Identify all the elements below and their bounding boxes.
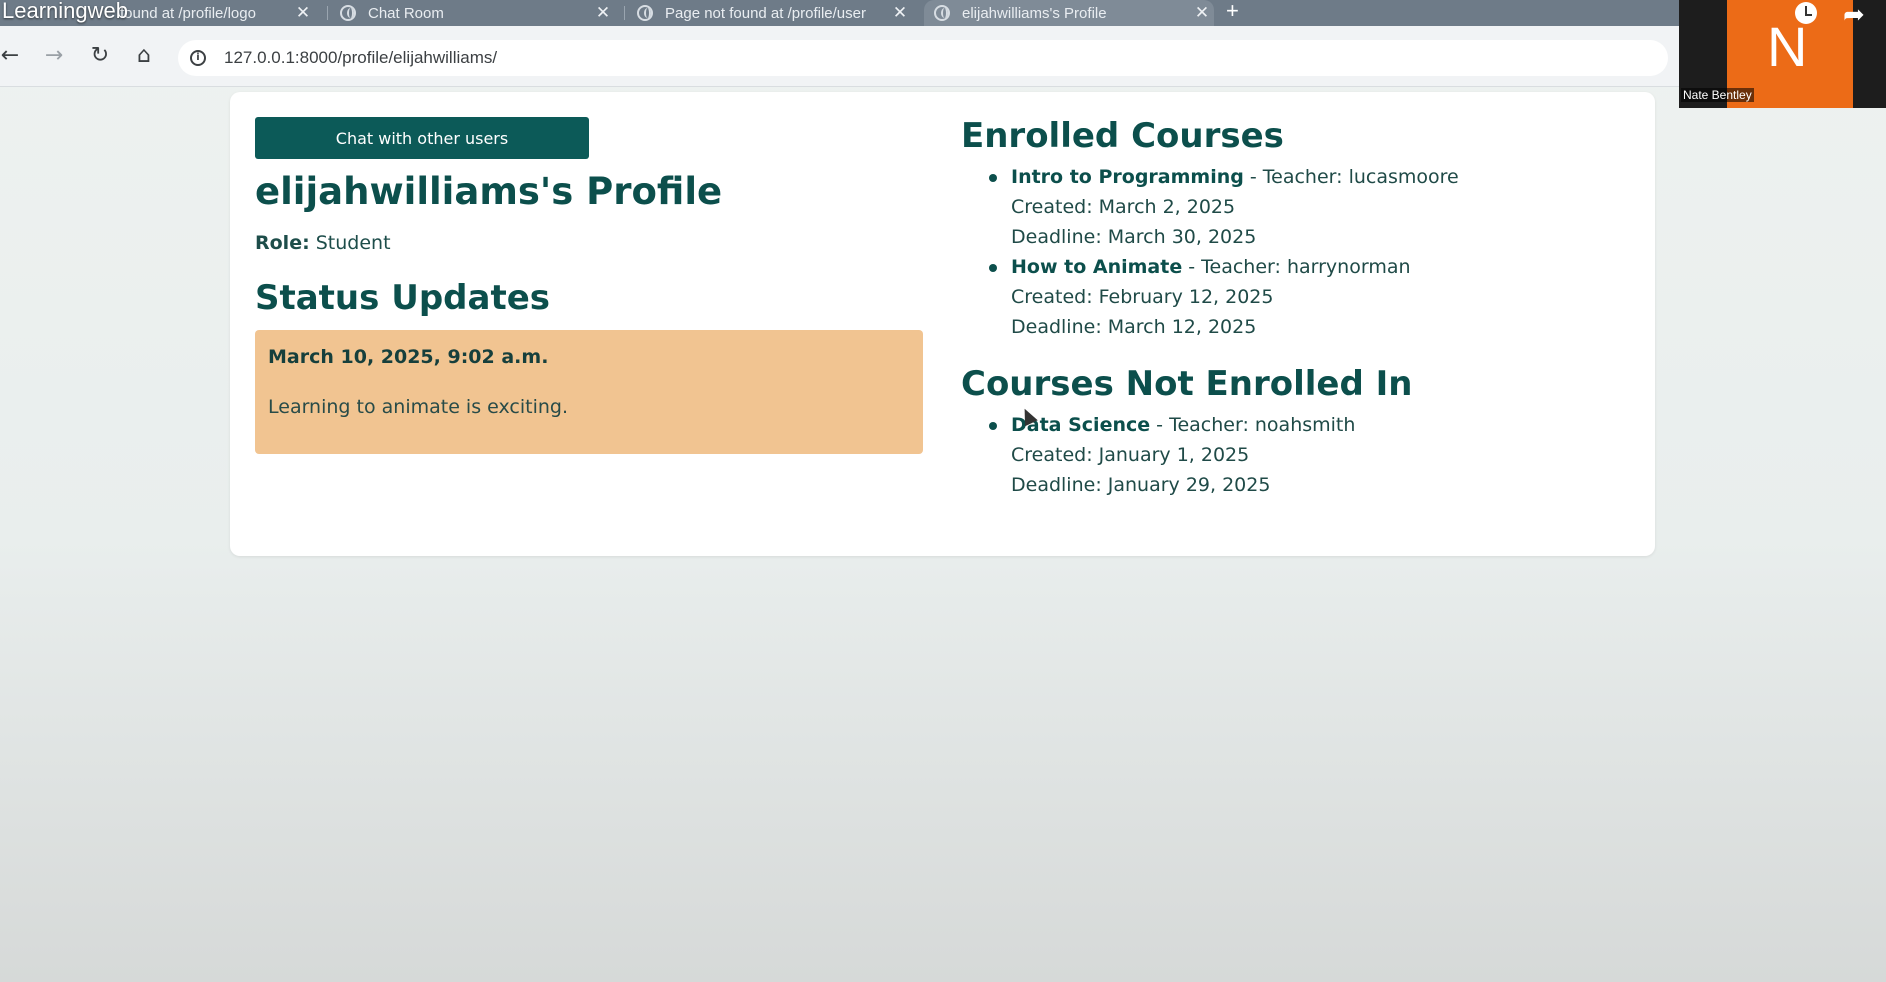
course-teacher: - Teacher: harrynorman: [1182, 256, 1411, 278]
close-icon[interactable]: ✕: [291, 3, 315, 23]
share-icon[interactable]: ➦: [1843, 0, 1865, 30]
globe-icon: [934, 5, 950, 21]
back-icon[interactable]: ←: [0, 44, 22, 68]
avatar: N: [1767, 15, 1808, 78]
video-overlay-title: Learningweb: [2, 0, 128, 23]
bullet-icon: [989, 264, 997, 272]
enrolled-course-list: Intro to Programming - Teacher: lucasmoo…: [961, 162, 1621, 342]
status-text: Learning to animate is exciting.: [268, 396, 569, 418]
clock-icon[interactable]: [1795, 2, 1817, 24]
close-icon[interactable]: ✕: [888, 3, 912, 23]
course-created: Created: March 2, 2025: [1011, 196, 1236, 218]
tab-separator: [327, 6, 328, 20]
enrolled-heading: Enrolled Courses: [961, 116, 1284, 156]
participant-name: Nate Bentley: [1681, 88, 1754, 102]
address-bar: ← → ↻ ⌂ i 127.0.0.1:8000/profile/elijahw…: [0, 26, 1886, 87]
course-teacher: - Teacher: noahsmith: [1150, 414, 1356, 436]
list-item: Data Science - Teacher: noahsmith Create…: [961, 410, 1621, 500]
course-deadline: Deadline: March 30, 2025: [1011, 226, 1257, 248]
reload-icon[interactable]: ↻: [88, 44, 112, 68]
close-icon[interactable]: ✕: [591, 3, 615, 23]
info-icon[interactable]: i: [190, 50, 206, 66]
list-item: Intro to Programming - Teacher: lucasmoo…: [961, 162, 1621, 252]
chat-button[interactable]: Chat with other users: [255, 117, 589, 159]
tab-title: Chat Room: [368, 4, 444, 22]
globe-icon: [340, 5, 356, 21]
url-input[interactable]: i 127.0.0.1:8000/profile/elijahwilliams/: [178, 40, 1668, 76]
course-deadline: Deadline: March 12, 2025: [1011, 316, 1257, 338]
role-label: Role:: [255, 232, 310, 254]
tab-title: found at /profile/logo: [120, 4, 256, 22]
tab-chat-room[interactable]: Chat Room ✕: [330, 0, 615, 26]
list-item: How to Animate - Teacher: harrynorman Cr…: [961, 252, 1621, 342]
url-text: 127.0.0.1:8000/profile/elijahwilliams/: [224, 48, 498, 67]
page-title: elijahwilliams's Profile: [255, 170, 723, 213]
role-value: Student: [315, 232, 391, 254]
course-created: Created: January 1, 2025: [1011, 444, 1250, 466]
globe-icon: [637, 5, 653, 21]
tab-strip: found at /profile/logo ✕ Chat Room ✕ Pag…: [0, 0, 1886, 26]
tab-profile-logout[interactable]: found at /profile/logo ✕: [110, 0, 315, 26]
course-deadline: Deadline: January 29, 2025: [1011, 474, 1271, 496]
tab-profile-active[interactable]: elijahwilliams's Profile ✕: [924, 0, 1214, 26]
not-enrolled-heading: Courses Not Enrolled In: [961, 364, 1413, 404]
home-icon[interactable]: ⌂: [132, 44, 156, 68]
forward-icon[interactable]: →: [42, 44, 66, 68]
tab-title: elijahwilliams's Profile: [962, 4, 1107, 22]
new-tab-button[interactable]: +: [1226, 0, 1239, 24]
status-date: March 10, 2025, 9:02 a.m.: [268, 346, 549, 368]
webcam-overlay: N ➦ Nate Bentley: [1679, 0, 1886, 108]
course-teacher: - Teacher: lucasmoore: [1243, 166, 1459, 188]
status-update-card: March 10, 2025, 9:02 a.m. Learning to an…: [255, 330, 923, 454]
profile-card: Chat with other users elijahwilliams's P…: [230, 92, 1655, 556]
courses-column: Enrolled Courses Intro to Programming - …: [961, 116, 1621, 500]
course-name: Intro to Programming: [1011, 166, 1244, 188]
not-enrolled-course-list: Data Science - Teacher: noahsmith Create…: [961, 410, 1621, 500]
role-line: Role: Student: [255, 232, 391, 254]
tab-separator: [624, 6, 625, 20]
status-heading: Status Updates: [255, 278, 550, 318]
tab-title: Page not found at /profile/user: [665, 4, 866, 22]
close-icon[interactable]: ✕: [1190, 3, 1214, 23]
bullet-icon: [989, 174, 997, 182]
course-created: Created: February 12, 2025: [1011, 286, 1274, 308]
bullet-icon: [989, 422, 997, 430]
course-name: How to Animate: [1011, 256, 1183, 278]
tab-page-not-found[interactable]: Page not found at /profile/user ✕: [627, 0, 912, 26]
